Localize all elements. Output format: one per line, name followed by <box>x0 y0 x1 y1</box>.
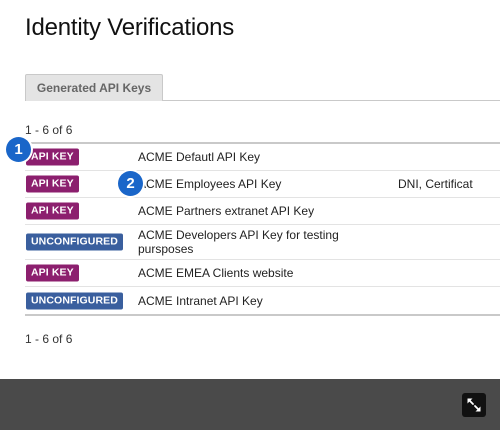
table-row[interactable]: UNCONFIGURED ACME Developers API Key for… <box>25 225 500 260</box>
page-title: Identity Verifications <box>25 14 235 41</box>
api-keys-table: API KEY ACME Defautl API Key API KEY ACM… <box>25 142 500 316</box>
tab-bar: Generated API Keys <box>25 74 500 101</box>
table-row[interactable]: API KEY ACME EMEA Clients website <box>25 260 500 287</box>
row-name[interactable]: ACME EMEA Clients website <box>138 266 368 280</box>
status-badge: API KEY <box>26 264 79 282</box>
status-badge: API KEY <box>26 175 79 193</box>
status-badge: API KEY <box>26 148 79 166</box>
status-badge: UNCONFIGURED <box>26 292 123 309</box>
row-name[interactable]: ACME Developers API Key for testing purs… <box>138 228 368 256</box>
callout-marker-1: 1 <box>6 137 31 162</box>
row-name[interactable]: ACME Employees API Key <box>138 177 368 191</box>
pagination-count-top: 1 - 6 of 6 <box>25 123 73 137</box>
row-name[interactable]: ACME Partners extranet API Key <box>138 204 368 218</box>
row-name[interactable]: ACME Intranet API Key <box>138 294 368 308</box>
row-name[interactable]: ACME Defautl API Key <box>138 150 368 164</box>
table-row[interactable]: API KEY ACME Employees API Key DNI, Cert… <box>25 171 500 198</box>
fullscreen-button[interactable] <box>462 393 486 417</box>
row-extra: DNI, Certificat <box>398 177 473 191</box>
pagination-count-bottom: 1 - 6 of 6 <box>25 332 73 346</box>
footer-bar <box>0 379 500 430</box>
table-row[interactable]: API KEY ACME Defautl API Key <box>25 144 500 171</box>
table-row[interactable]: UNCONFIGURED ACME Intranet API Key <box>25 287 500 314</box>
status-badge: UNCONFIGURED <box>26 233 123 251</box>
expand-icon <box>467 398 481 412</box>
status-badge: API KEY <box>26 202 79 220</box>
table-row[interactable]: API KEY ACME Partners extranet API Key <box>25 198 500 225</box>
callout-marker-2: 2 <box>118 171 143 196</box>
tab-generated-api-keys[interactable]: Generated API Keys <box>25 74 163 101</box>
